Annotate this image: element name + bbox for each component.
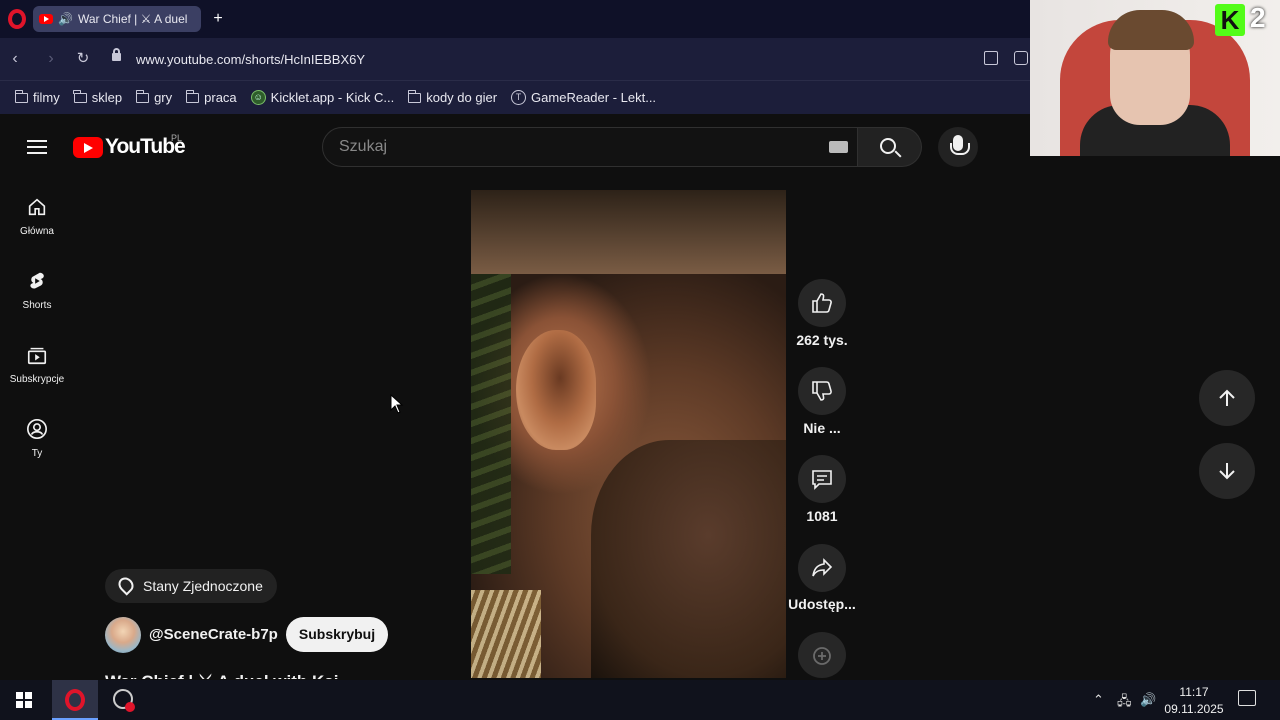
comment-icon: [812, 470, 832, 490]
url-field[interactable]: www.youtube.com/shorts/HcInIEBBX6Y: [136, 52, 365, 67]
share-button[interactable]: [798, 544, 846, 592]
sidebar-item-subscriptions[interactable]: Subskrypcje: [4, 334, 70, 398]
tray-chevron-icon[interactable]: ⌃: [1093, 692, 1104, 708]
video-top-frame: [471, 190, 786, 274]
dislike-button[interactable]: [798, 367, 846, 415]
bookmark-kody[interactable]: kody do gier: [407, 89, 497, 105]
previous-short-button[interactable]: [1199, 370, 1255, 426]
forward-button[interactable]: ›: [42, 50, 60, 68]
reload-button[interactable]: ↻: [74, 50, 92, 68]
search-input[interactable]: [339, 128, 819, 166]
youtube-logo-icon[interactable]: [73, 137, 103, 158]
subscriptions-icon: [27, 347, 47, 365]
voice-search-button[interactable]: [938, 127, 978, 167]
folder-icon: [14, 89, 28, 103]
arrow-down-icon: [1219, 463, 1235, 480]
kicklet-icon: ☺: [250, 90, 266, 105]
sidebar-item-home[interactable]: Główna: [4, 186, 70, 250]
shorts-video-player[interactable]: [471, 190, 786, 678]
folder-icon: [135, 89, 150, 103]
mouse-cursor-icon: [390, 394, 404, 414]
clock-time: 11:17: [1179, 685, 1209, 699]
arrow-up-icon: [1219, 389, 1235, 406]
folder-icon: [73, 89, 87, 103]
home-icon: [28, 198, 46, 216]
windows-start-icon[interactable]: [16, 692, 32, 708]
kick-number: 2: [1250, 2, 1266, 33]
webcam-hair: [1108, 10, 1194, 50]
edit-icon[interactable]: [984, 51, 998, 65]
subscribe-button[interactable]: Subskrybuj: [286, 617, 388, 652]
windows-taskbar: [0, 680, 1280, 720]
shorts-icon: [30, 272, 44, 289]
bookmark-gamereader[interactable]: T GameReader - Lekt...: [511, 90, 656, 105]
remix-button[interactable]: [798, 632, 846, 678]
lock-icon[interactable]: [112, 48, 121, 61]
speaker-icon[interactable]: 🔊: [58, 12, 73, 26]
remix-icon: [813, 647, 831, 665]
bookmark-praca[interactable]: praca: [185, 89, 237, 105]
recording-indicator-icon: [125, 702, 135, 712]
bookmark-kicklet[interactable]: ☺ Kicklet.app - Kick C...: [250, 90, 394, 105]
search-box: [322, 127, 858, 167]
gamereader-icon: T: [511, 90, 527, 105]
taskbar-clock[interactable]: 11:17 09.11.2025: [1160, 684, 1228, 718]
tab-title: War Chief | ⚔ A duel: [77, 12, 188, 26]
like-count: 262 tys.: [796, 332, 848, 348]
next-short-button[interactable]: [1199, 443, 1255, 499]
notifications-icon[interactable]: [1238, 690, 1256, 706]
taskbar-obs-icon[interactable]: [100, 680, 146, 720]
channel-name[interactable]: @SceneCrate-b7p: [149, 626, 278, 643]
share-icon: [812, 558, 833, 577]
sidebar-item-shorts[interactable]: Shorts: [4, 260, 70, 324]
thumbs-up-icon: [812, 293, 832, 313]
sidebar-item-you[interactable]: Ty: [4, 408, 70, 472]
thumbs-down-icon: [812, 381, 832, 401]
folder-icon: [407, 89, 422, 103]
volume-icon[interactable]: 🔊: [1140, 692, 1156, 708]
microphone-icon: [950, 135, 970, 155]
video-braid: [471, 274, 511, 574]
country-code: PL: [171, 133, 183, 143]
location-pin-icon: [115, 574, 137, 596]
video-title: War Chief | ⚔ A duel with Kai: [105, 672, 405, 679]
opera-logo-icon[interactable]: [8, 9, 26, 29]
user-icon: [27, 419, 47, 439]
browser-tab[interactable]: 🔊 War Chief | ⚔ A duel: [33, 6, 201, 32]
camera-icon[interactable]: [1014, 51, 1028, 65]
like-button[interactable]: [798, 279, 846, 327]
comment-count: 1081: [806, 508, 838, 524]
location-chip[interactable]: Stany Zjednoczone: [105, 569, 277, 603]
folder-icon: [185, 89, 200, 103]
new-tab-button[interactable]: +: [208, 9, 228, 29]
bookmarks-bar: filmy sklep gry praca ☺ Kicklet.app - Kic…: [0, 80, 1030, 114]
keyboard-icon[interactable]: [829, 141, 848, 153]
channel-avatar[interactable]: [105, 617, 141, 653]
network-icon[interactable]: 🖧: [1117, 692, 1132, 714]
search-button[interactable]: [858, 127, 922, 167]
comments-button[interactable]: [798, 455, 846, 503]
clock-date: 09.11.2025: [1164, 702, 1224, 716]
video-ear: [516, 330, 596, 450]
dislike-label: Nie ...: [803, 420, 841, 436]
taskbar-opera-icon[interactable]: [52, 680, 98, 720]
bookmark-gry[interactable]: gry: [135, 89, 172, 105]
back-button[interactable]: ‹: [6, 50, 24, 68]
video-straw: [471, 590, 541, 678]
youtube-favicon-icon: [39, 14, 53, 24]
menu-icon[interactable]: [27, 140, 47, 154]
video-beard: [591, 440, 786, 678]
kick-logo-icon: K: [1215, 4, 1245, 36]
address-bar: ‹ › ↻ www.youtube.com/shorts/HcInIEBBX6Y: [0, 38, 1030, 80]
share-label: Udostęp...: [788, 596, 856, 612]
bookmark-filmy[interactable]: filmy: [14, 89, 60, 105]
search-icon: [880, 138, 896, 154]
bookmark-sklep[interactable]: sklep: [73, 89, 122, 105]
